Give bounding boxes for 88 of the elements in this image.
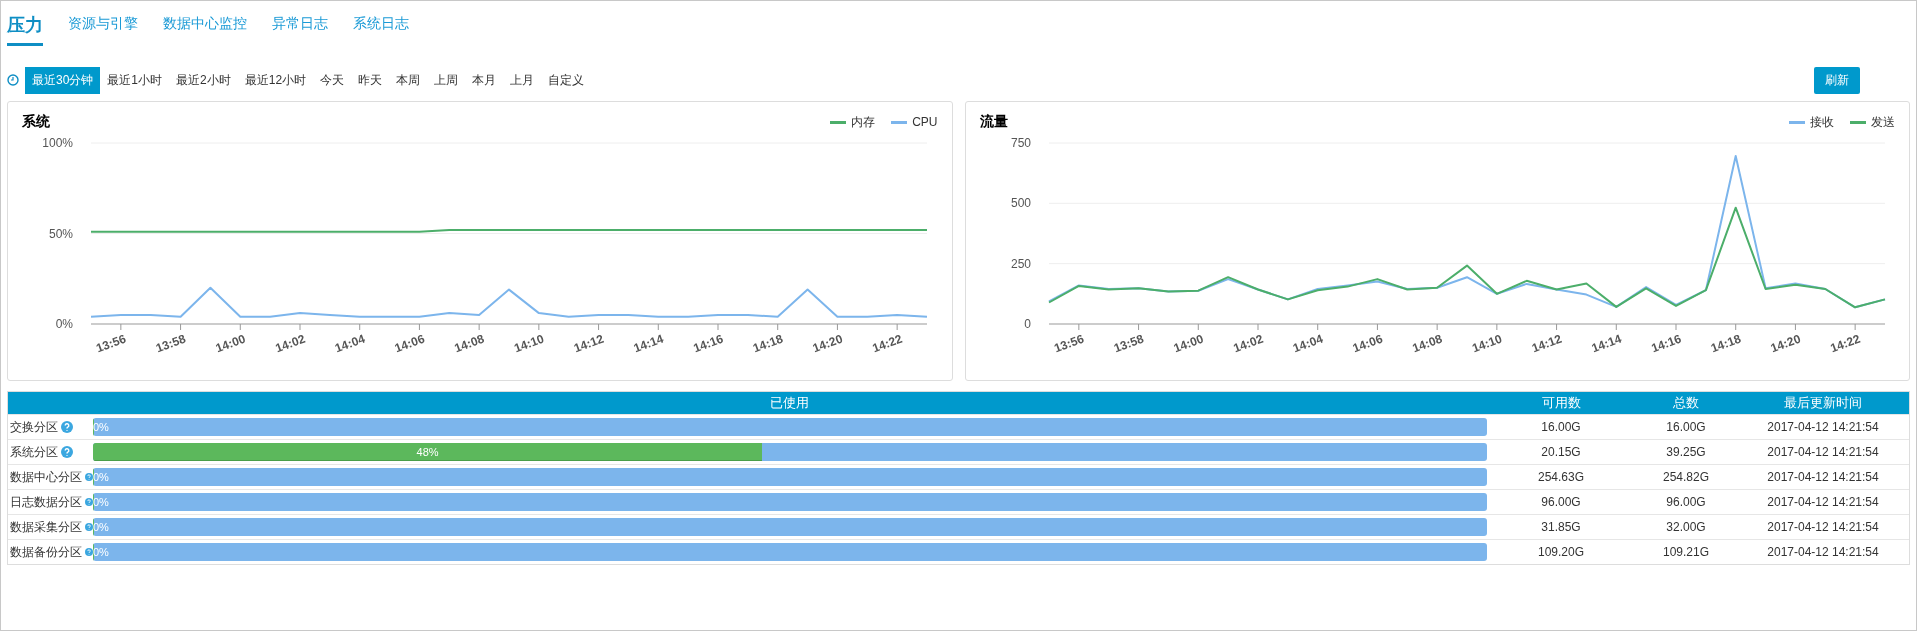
y-axis-label: 250 [1010, 256, 1031, 271]
x-axis-label: 14:06 [392, 331, 427, 356]
x-axis-label: 14:22 [870, 331, 905, 356]
column-header: 已使用 [768, 394, 810, 412]
table-cell-text: 2017-04-12 14:21:54 [1766, 545, 1880, 559]
help-icon[interactable] [85, 521, 93, 533]
nav-tab[interactable]: 压力 [7, 13, 43, 46]
table-cell-text: 254.63G [1536, 470, 1585, 484]
table-cell-text: 39.25G [1665, 445, 1707, 459]
time-range-option[interactable]: 最近2小时 [169, 66, 238, 94]
partition-name: 数据中心分区 [10, 468, 82, 486]
x-axis-label: 13:58 [1111, 331, 1146, 356]
legend-label: CPU [912, 115, 938, 129]
help-icon[interactable] [61, 421, 73, 433]
chart-title: 流量 [979, 113, 1008, 131]
table-cell-text: 31.85G [1540, 520, 1582, 534]
x-axis-label: 14:20 [810, 331, 845, 356]
legend-label: 内存 [851, 113, 876, 131]
x-axis-label: 13:56 [94, 331, 128, 356]
time-range-option[interactable]: 本月 [465, 66, 504, 94]
x-axis-label: 14:10 [512, 331, 546, 356]
usage-percent: 48% [415, 445, 440, 460]
x-axis-label: 13:56 [1051, 331, 1086, 356]
x-axis-label: 14:18 [751, 331, 785, 356]
clock-icon [7, 74, 19, 86]
legend-label: 接收 [1810, 113, 1834, 131]
time-range-option[interactable]: 最近12小时 [237, 66, 314, 94]
time-range-option[interactable]: 上月 [503, 66, 542, 94]
table-cell-text: 2017-04-12 14:21:54 [1766, 470, 1880, 484]
x-axis-label: 14:00 [1171, 331, 1205, 356]
x-axis-label: 14:00 [213, 331, 248, 356]
partition-name: 日志数据分区 [10, 493, 82, 511]
partition-name: 交换分区 [10, 418, 58, 436]
table-cell-text: 109.20G [1536, 545, 1585, 559]
time-range-option[interactable]: 本周 [389, 66, 428, 94]
help-icon[interactable] [61, 446, 73, 458]
partition-name: 数据采集分区 [10, 518, 82, 536]
x-axis-label: 14:18 [1708, 331, 1743, 356]
table-cell-text: 20.15G [1540, 445, 1582, 459]
partition-name: 数据备份分区 [10, 543, 82, 561]
x-axis-label: 14:08 [452, 331, 487, 356]
x-axis-label: 14:22 [1828, 331, 1862, 356]
time-range-option[interactable]: 昨天 [351, 66, 390, 94]
column-header: 总数 [1672, 394, 1700, 412]
y-axis-label: 500 [1010, 196, 1031, 211]
time-range-option[interactable]: 自定义 [541, 66, 592, 94]
table-cell-text: 2017-04-12 14:21:54 [1766, 495, 1880, 509]
x-axis-label: 14:14 [631, 331, 666, 356]
x-axis-label: 14:16 [1648, 331, 1683, 356]
table-cell-text: 96.00G [1665, 495, 1707, 509]
table-cell-text: 96.00G [1540, 495, 1582, 509]
time-range-option[interactable]: 今天 [313, 66, 352, 94]
x-axis-label: 14:04 [1290, 331, 1325, 356]
table-cell-text: 2017-04-12 14:21:54 [1766, 445, 1880, 459]
y-axis-label: 0% [55, 317, 73, 331]
x-axis-label: 14:06 [1350, 331, 1384, 356]
x-axis-label: 14:10 [1469, 331, 1504, 356]
y-axis-label: 100% [42, 136, 73, 150]
time-range-option[interactable]: 上周 [427, 66, 466, 94]
table-cell-text: 2017-04-12 14:21:54 [1766, 520, 1880, 534]
column-header: 最后更新时间 [1783, 394, 1863, 412]
x-axis-label: 14:12 [1529, 331, 1564, 356]
table-cell-text: 254.82G [1661, 470, 1710, 484]
chart-title: 系统 [22, 113, 50, 131]
table-cell-text: 16.00G [1665, 420, 1707, 434]
table-cell-text: 109.21G [1661, 545, 1710, 559]
x-axis-label: 14:14 [1589, 331, 1623, 356]
x-axis-label: 14:02 [273, 331, 308, 356]
x-axis-label: 14:02 [1230, 331, 1265, 356]
y-axis-label: 750 [1010, 136, 1031, 150]
x-axis-label: 14:12 [571, 331, 606, 356]
help-icon[interactable] [85, 496, 93, 508]
x-axis-label: 14:20 [1768, 331, 1802, 356]
time-range-option[interactable]: 最近1小时 [100, 66, 170, 94]
legend-label: 发送 [1871, 113, 1895, 131]
help-icon[interactable] [85, 471, 93, 483]
column-header: 可用数 [1540, 394, 1582, 412]
y-axis-label: 50% [48, 226, 73, 241]
x-axis-label: 13:58 [153, 331, 188, 356]
table-cell-text: 32.00G [1665, 520, 1707, 534]
x-axis-label: 14:16 [691, 331, 726, 356]
x-axis-label: 14:08 [1410, 331, 1444, 356]
y-axis-label: 0 [1023, 317, 1031, 331]
partition-name: 系统分区 [10, 443, 58, 461]
table-cell-text: 2017-04-12 14:21:54 [1766, 420, 1880, 434]
table-cell-text: 16.00G [1540, 420, 1582, 434]
x-axis-label: 14:04 [333, 331, 367, 356]
help-icon[interactable] [85, 546, 93, 558]
